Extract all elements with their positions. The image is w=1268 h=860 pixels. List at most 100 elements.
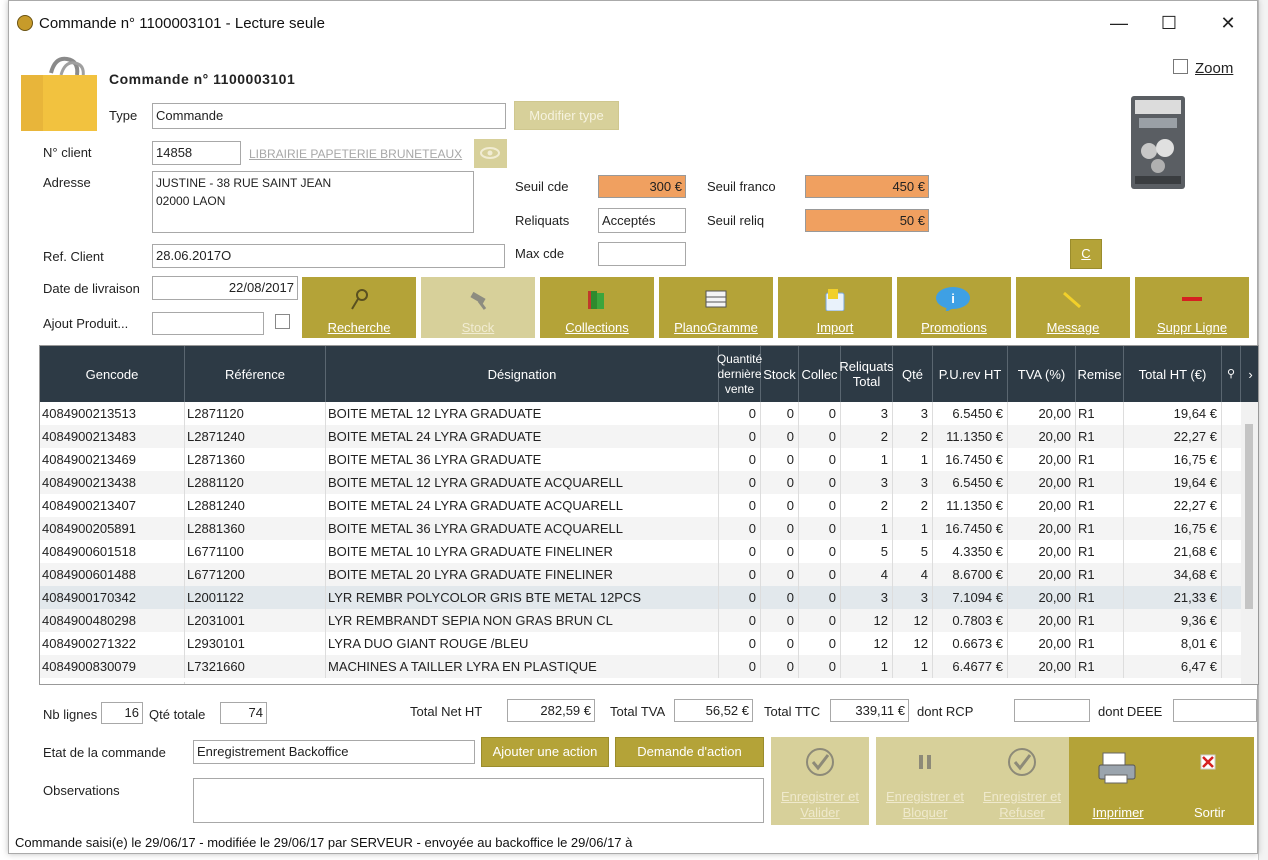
request-action-button[interactable]: Demande d'action [615, 737, 764, 767]
table-row[interactable]: 4084900601518 L6771100 BOITE METAL 10 LYRA… [40, 540, 1258, 563]
cell-reference: L7321660 [185, 655, 326, 678]
save-refuse-button[interactable]: Enregistrer et Refuser [973, 737, 1071, 825]
view-client-button[interactable] [474, 139, 507, 168]
cell-total: 19,64 € [1124, 402, 1222, 425]
save-block-button[interactable]: Enregistrer et Bloquer [876, 737, 974, 825]
cell-qte: 1 [893, 655, 933, 678]
ref-client-field[interactable]: 28.06.2017O [152, 244, 505, 268]
col-total[interactable]: Total HT (€) [1124, 346, 1222, 402]
seuil-franco-label: Seuil franco [707, 179, 776, 194]
scrollbar-thumb[interactable] [1245, 424, 1253, 609]
order-window: Commande n° 1100003101 - Lecture seule —… [8, 0, 1259, 854]
table-row[interactable]: 4084900213513 L2871120 BOITE METAL 12 LYRA… [40, 402, 1258, 425]
cell-collec: 0 [799, 586, 841, 609]
exit-button[interactable]: Sortir [1165, 737, 1254, 825]
minimize-icon[interactable]: — [1104, 11, 1134, 35]
delivery-date-field[interactable]: 22/08/2017 [152, 276, 298, 300]
cell-remise: R1 [1076, 609, 1124, 632]
table-row[interactable]: 4084900170342 L2001122 LYR REMBR POLYCOLOR… [40, 586, 1258, 609]
col-designation[interactable]: Désignation [326, 346, 719, 402]
status-bar-text: Commande saisi(e) le 29/06/17 - modifiée… [15, 835, 633, 850]
message-button[interactable]: Message [1016, 277, 1130, 338]
stamp-icon [470, 291, 487, 310]
close-icon[interactable]: ✕ [1213, 11, 1243, 35]
client-name-link[interactable]: LIBRAIRIE PAPETERIE BRUNETEAUX [249, 147, 462, 161]
cell-reference: L6771200 [185, 563, 326, 586]
promotions-button[interactable]: i Promotions [897, 277, 1011, 338]
cell-collec: 0 [799, 609, 841, 632]
save-validate-button[interactable]: Enregistrer et Valider [771, 737, 869, 825]
col-qte[interactable]: Qté [893, 346, 933, 402]
cell-qte: 5 [893, 540, 933, 563]
table-row[interactable]: 4084900213483 L2871240 BOITE METAL 24 LYRA… [40, 425, 1258, 448]
c-button[interactable]: C [1070, 239, 1102, 269]
window-title: Commande n° 1100003101 - Lecture seule [39, 15, 325, 32]
observations-field[interactable] [193, 778, 764, 823]
planogramme-button[interactable]: PlanoGramme [659, 277, 773, 338]
cell-reliquats: 2 [841, 494, 893, 517]
add-action-button[interactable]: Ajouter une action [481, 737, 609, 767]
search-button[interactable]: Recherche [302, 277, 416, 338]
add-product-field[interactable] [152, 312, 264, 335]
modify-type-button[interactable]: Modifier type [514, 101, 619, 130]
zoom-checkbox[interactable] [1173, 59, 1188, 74]
cell-reliquats: 12 [841, 632, 893, 655]
cell-reliquats: 3 [841, 402, 893, 425]
col-tva[interactable]: TVA (%) [1008, 346, 1076, 402]
table-row[interactable]: 4084900213438 L2881120 BOITE METAL 12 LYRA… [40, 471, 1258, 494]
table-row[interactable]: 4084900271322 L2930101 LYRA DUO GIANT ROUG… [40, 632, 1258, 655]
add-product-label: Ajout Produit... [43, 316, 129, 331]
seuil-franco-field[interactable]: 450 € [805, 175, 929, 198]
address-line-1: JUSTINE - 38 RUE SAINT JEAN [156, 176, 332, 190]
table-row[interactable]: 4084900601488 L6771200 BOITE METAL 20 LYRA… [40, 563, 1258, 586]
cell-purev: 6.5450 € [933, 471, 1008, 494]
cell-tva: 20,00 [1008, 632, 1076, 655]
type-field[interactable]: Commande [152, 103, 506, 129]
cell-gencode: 4084900830079 [40, 655, 185, 678]
col-reliquats[interactable]: Reliquats Total [839, 346, 894, 402]
cell-purev: 0.6673 € [933, 632, 1008, 655]
print-button[interactable]: Imprimer [1069, 737, 1167, 825]
cell-reliquats: 5 [841, 540, 893, 563]
seuil-reliq-field[interactable]: 50 € [805, 209, 929, 232]
col-collec[interactable]: Collec [799, 346, 841, 402]
cell-purev: 6.4677 € [933, 655, 1008, 678]
col-stock[interactable]: Stock [761, 346, 799, 402]
cell-collec: 0 [799, 632, 841, 655]
table-row[interactable]: 4084900480298 L2031001 LYR REMBRANDT SEPIA… [40, 609, 1258, 632]
add-product-checkbox[interactable] [275, 314, 290, 329]
column-search-icon[interactable]: ⚲ [1222, 346, 1241, 402]
cell-total: 22,27 € [1124, 425, 1222, 448]
col-purev[interactable]: P.U.rev HT [933, 346, 1008, 402]
col-gencode[interactable]: Gencode [40, 346, 185, 402]
cell-designation: BOITE METAL 10 LYRA GRADUATE FINELINER [326, 540, 719, 563]
col-remise[interactable]: Remise [1076, 346, 1124, 402]
import-button[interactable]: Import [778, 277, 892, 338]
cell-designation: BOITE METAL 36 LYRA GRADUATE ACQUARELL [326, 517, 719, 540]
stock-button[interactable]: Stock [421, 277, 535, 338]
check-circle-icon [1008, 748, 1036, 776]
table-row[interactable]: 4084900205891 L2881360 BOITE METAL 36 LYRA… [40, 517, 1258, 540]
chevron-right-icon[interactable]: › [1241, 346, 1258, 402]
table-row[interactable]: 4084900213469 L2871360 BOITE METAL 36 LYRA… [40, 448, 1258, 471]
reliquats-field[interactable]: Acceptés [598, 208, 686, 233]
table-scrollbar[interactable] [1241, 402, 1258, 684]
cell-quantite: 0 [719, 425, 761, 448]
col-reference[interactable]: Référence [185, 346, 326, 402]
table-row[interactable]: 4084900213407 L2881240 BOITE METAL 24 LYRA… [40, 494, 1258, 517]
collections-button[interactable]: Collections [540, 277, 654, 338]
cell-gencode: 4084900480298 [40, 609, 185, 632]
maximize-icon[interactable]: ☐ [1154, 11, 1184, 35]
qty-total-label: Qté totale [149, 707, 206, 722]
promotions-button-label: Promotions [921, 320, 987, 335]
client-label: N° client [43, 145, 92, 160]
table-row[interactable]: 4084900830079 L7321660 MACHINES A TAILLER … [40, 655, 1258, 678]
client-number-field[interactable]: 14858 [152, 141, 241, 165]
cell-purev: 7.1094 € [933, 586, 1008, 609]
max-cde-field[interactable] [598, 242, 686, 266]
cell-collec: 0 [799, 425, 841, 448]
delete-line-button[interactable]: Suppr Ligne [1135, 277, 1249, 338]
seuil-cde-field[interactable]: 300 € [598, 175, 686, 198]
col-quantite[interactable]: Quantité dernière vente [717, 346, 762, 402]
address-field[interactable]: JUSTINE - 38 RUE SAINT JEAN 02000 LAON [152, 171, 474, 233]
